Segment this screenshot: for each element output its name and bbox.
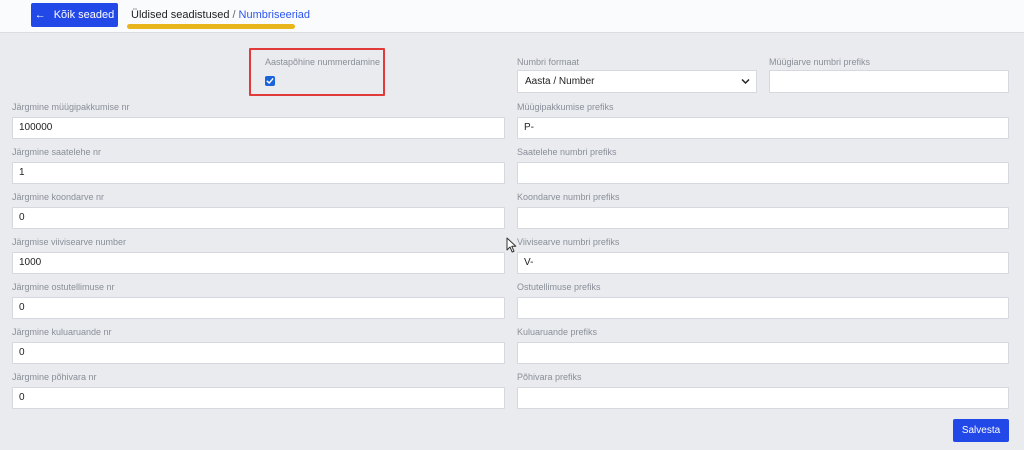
- sales-invoice-prefix-input[interactable]: [769, 70, 1009, 93]
- purchase-order-prefix-input[interactable]: [517, 297, 1009, 319]
- fixed-asset-prefix-label: Põhivara prefiks: [517, 372, 582, 382]
- number-format-label: Numbri formaat: [517, 57, 580, 67]
- next-purchase-order-label: Järgmine ostutellimuse nr: [12, 282, 115, 292]
- sales-quote-prefix-label: Müügipakkumise prefiks: [517, 102, 614, 112]
- breadcrumb-current[interactable]: Numbriseeriad: [239, 9, 311, 21]
- arrow-left-icon: ←: [34, 8, 46, 21]
- breadcrumb-separator: /: [232, 9, 236, 21]
- top-bar: ← Kõik seaded Üldised seadistused / Numbri…: [0, 0, 1024, 33]
- back-to-all-settings-button[interactable]: ← Kõik seaded: [31, 3, 118, 27]
- yearly-numbering-checkbox[interactable]: [265, 76, 275, 86]
- next-sales-quote-label: Järgmine müügipakkumise nr: [12, 102, 130, 112]
- next-delivery-note-input[interactable]: 1: [12, 162, 505, 184]
- late-fee-invoice-prefix-input[interactable]: V-: [517, 252, 1009, 274]
- next-fixed-asset-label: Järgmine põhivara nr: [12, 372, 97, 382]
- breadcrumb-parent-link[interactable]: Üldised seadistused: [131, 9, 229, 21]
- delivery-note-prefix-label: Saatelehe numbri prefiks: [517, 147, 617, 157]
- highlight-box: [249, 48, 385, 96]
- next-late-fee-invoice-input[interactable]: 1000: [12, 252, 505, 274]
- chevron-down-icon: [741, 71, 750, 100]
- sales-invoice-prefix-label: Müügiarve numbri prefiks: [769, 57, 871, 67]
- mouse-pointer-icon: [506, 237, 517, 256]
- expense-report-prefix-input[interactable]: [517, 342, 1009, 364]
- next-expense-report-input[interactable]: 0: [12, 342, 505, 364]
- late-fee-invoice-prefix-label: Viivisearve numbri prefiks: [517, 237, 620, 247]
- next-fixed-asset-input[interactable]: 0: [12, 387, 505, 409]
- next-expense-report-label: Järgmine kuluaruande nr: [12, 327, 112, 337]
- back-button-label: Kõik seaded: [53, 9, 115, 21]
- next-delivery-note-label: Järgmine saatelehe nr: [12, 147, 102, 157]
- breadcrumb: Üldised seadistused / Numbriseeriad: [131, 9, 310, 21]
- yearly-numbering-label: Aastapõhine nummerdamine: [265, 57, 381, 67]
- checkmark-icon: [266, 78, 274, 84]
- next-late-fee-invoice-label: Järgmise viivisearve number: [12, 237, 127, 247]
- number-format-value: Aasta / Number: [525, 76, 595, 87]
- summary-invoice-prefix-label: Koondarve numbri prefiks: [517, 192, 620, 202]
- delivery-note-prefix-input[interactable]: [517, 162, 1009, 184]
- fixed-asset-prefix-input[interactable]: [517, 387, 1009, 409]
- summary-invoice-prefix-input[interactable]: [517, 207, 1009, 229]
- next-summary-invoice-label: Järgmine koondarve nr: [12, 192, 105, 202]
- next-summary-invoice-input[interactable]: 0: [12, 207, 505, 229]
- highlight-underline: [127, 24, 295, 29]
- purchase-order-prefix-label: Ostutellimuse prefiks: [517, 282, 601, 292]
- expense-report-prefix-label: Kuluaruande prefiks: [517, 327, 598, 337]
- next-purchase-order-input[interactable]: 0: [12, 297, 505, 319]
- next-sales-quote-input[interactable]: 100000: [12, 117, 505, 139]
- number-format-select[interactable]: Aasta / Number: [517, 70, 757, 93]
- save-button[interactable]: Salvesta: [953, 419, 1009, 442]
- sales-quote-prefix-input[interactable]: P-: [517, 117, 1009, 139]
